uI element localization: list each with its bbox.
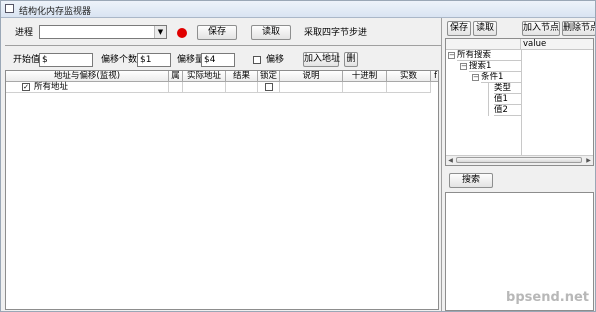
start-value-field[interactable]: $ — [39, 53, 93, 67]
right-save-button[interactable]: 保存 — [447, 21, 471, 36]
offset-checkbox[interactable] — [253, 56, 261, 64]
tree-node-type[interactable]: 类型 — [494, 83, 521, 94]
column-header-address[interactable]: 地址与偏移(监视) — [6, 71, 169, 82]
record-indicator-icon[interactable] — [177, 28, 187, 38]
search-button[interactable]: 搜索 — [449, 173, 493, 188]
step-label: 采取四字节步进 — [304, 28, 368, 38]
row-label: 所有地址 — [34, 82, 69, 92]
table-cell — [258, 82, 280, 93]
tree-node-value2[interactable]: 值2 — [494, 105, 521, 116]
tree-node-all-search[interactable]: 所有搜索 — [457, 50, 521, 61]
start-value-label: 开始值 — [13, 55, 41, 65]
collapse-icon[interactable]: − — [472, 74, 479, 81]
column-header-extra[interactable]: f — [431, 71, 438, 82]
scrollbar-thumb[interactable] — [456, 157, 582, 163]
column-header-real-address[interactable]: 实际地址 — [183, 71, 226, 82]
chevron-down-icon[interactable]: ▼ — [154, 26, 166, 38]
tree-node-value1[interactable]: 值1 — [494, 94, 521, 105]
add-address-button[interactable]: 加入地址 — [303, 52, 340, 67]
process-label: 进程 — [15, 28, 34, 38]
horizontal-scrollbar[interactable]: ◀ ▶ — [446, 155, 593, 165]
offset-amount-field[interactable]: $4 — [201, 53, 235, 67]
table-cell — [169, 82, 183, 93]
column-header-result[interactable]: 结果 — [226, 71, 258, 82]
column-header-real[interactable]: 实数 — [387, 71, 431, 82]
window-title: 结构化内存监视器 — [19, 7, 92, 17]
column-header-decimal[interactable]: 十进制 — [343, 71, 387, 82]
collapse-icon[interactable]: − — [448, 52, 455, 59]
save-button[interactable]: 保存 — [197, 25, 237, 40]
table-row[interactable]: ✓ 所有地址 — [6, 82, 169, 93]
collapse-icon[interactable]: − — [460, 63, 467, 70]
search-tree[interactable]: value − 所有搜索 − 搜索1 − 条件1 类型 值1 值2 ◀ ▶ — [445, 38, 594, 166]
tree-node-search1[interactable]: 搜索1 — [469, 61, 521, 72]
add-node-button[interactable]: 加入节点 — [522, 21, 560, 36]
scroll-right-icon[interactable]: ▶ — [584, 156, 593, 165]
table-cell — [343, 82, 387, 93]
tree-node-condition1[interactable]: 条件1 — [481, 72, 521, 83]
delete-node-button[interactable]: 删除节点 — [562, 21, 595, 36]
lock-checkbox[interactable] — [265, 83, 273, 91]
delete-button[interactable]: 删 — [344, 52, 358, 67]
main-window: 结构化内存监视器 进程 ▼ 保存 读取 采取四字节步进 开始值 $ 偏移个数 $… — [0, 0, 596, 312]
offset-count-field[interactable]: $1 — [137, 53, 171, 67]
offset-amount-label: 偏移量 — [177, 55, 205, 65]
right-read-button[interactable]: 读取 — [473, 21, 497, 36]
title-bar: 结构化内存监视器 — [1, 1, 595, 18]
offset-count-label: 偏移个数 — [101, 55, 138, 65]
table-cell — [183, 82, 226, 93]
column-header-description[interactable]: 说明 — [280, 71, 343, 82]
row-checkbox[interactable]: ✓ — [22, 83, 30, 91]
offset-checkbox-label: 偏移 — [266, 55, 285, 65]
column-header-attr[interactable]: 属 — [169, 71, 183, 82]
tree-guide — [488, 83, 489, 116]
splitter[interactable] — [441, 18, 442, 311]
address-list[interactable]: 地址与偏移(监视) 属 实际地址 结果 锁定 说明 十进制 实数 f ✓ 所有地… — [5, 70, 439, 310]
read-button[interactable]: 读取 — [251, 25, 291, 40]
tree-header-value: value — [521, 39, 593, 50]
tree-header-name — [446, 39, 521, 50]
divider — [5, 45, 441, 46]
app-icon — [5, 4, 14, 13]
column-header-lock[interactable]: 锁定 — [258, 71, 280, 82]
process-dropdown[interactable]: ▼ — [39, 25, 167, 39]
column-divider — [521, 50, 522, 156]
table-cell — [387, 82, 431, 93]
table-cell — [226, 82, 258, 93]
scroll-left-icon[interactable]: ◀ — [446, 156, 455, 165]
watermark: bpsend.net — [506, 290, 589, 305]
table-cell — [280, 82, 343, 93]
